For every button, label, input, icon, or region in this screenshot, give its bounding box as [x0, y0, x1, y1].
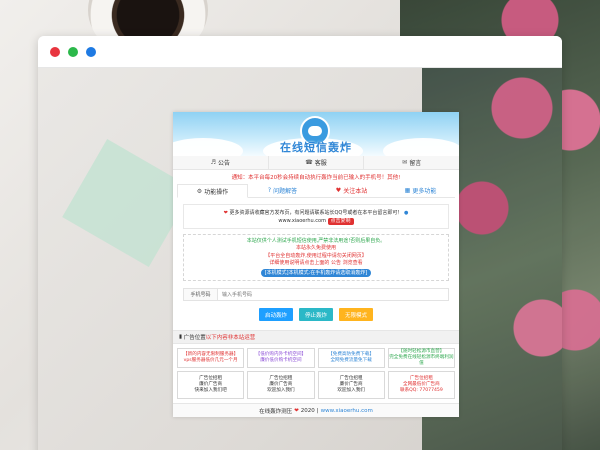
phone-input[interactable] [218, 289, 448, 301]
nav-announcement[interactable]: ♬ 公告 [173, 156, 269, 169]
phone-label: 手机号码 [184, 289, 218, 301]
tab-faq[interactable]: ? 问题解答 [248, 184, 317, 197]
heart-icon: ❤ [223, 210, 228, 216]
headset-icon: ☎ [305, 159, 313, 166]
start-button[interactable]: 启动轰炸 [258, 308, 293, 322]
ad-line: 廉价低价购卡机空间 [260, 358, 302, 364]
gear-icon: ⚙ [196, 187, 203, 195]
tab-operations[interactable]: ⚙ 功能操作 [177, 184, 248, 198]
maximize-window-dot[interactable] [86, 46, 96, 57]
phone-input-row: 手机号码 [183, 288, 449, 302]
minimize-window-dot[interactable] [68, 46, 78, 57]
nav-label: 留言 [409, 160, 422, 167]
copy-button[interactable]: 点击复制 [327, 218, 354, 225]
ad-grid: 【新的内容无限制服务器】 vps服务器低价几元一个月 【低价购内外卡机空间】 廉… [173, 344, 459, 403]
browser-window: 在线短信轰炸 ♬ 公告 ☎ 客服 ✉ 留言 通知：本平台每20秒会持续自动执行轰… [38, 36, 562, 450]
notice-text: 通知：本平台每20秒会持续自动执行轰炸当前已输入的手机号！其他! [231, 175, 401, 181]
ad-line: 欢迎加入我们 [267, 388, 295, 394]
ad-slot[interactable]: 广告位招租 廉价广告商 欢迎加入我们 [317, 371, 385, 400]
nav-message[interactable]: ✉ 留言 [364, 156, 459, 169]
nav-label: 客服 [314, 160, 327, 167]
rules-box: 本站仅供个人测试手机短信使用,严禁非法用途!否则后果自负。 本站永久免费使用 【… [183, 234, 449, 282]
top-nav: ♬ 公告 ☎ 客服 ✉ 留言 [173, 156, 459, 170]
tab-follow[interactable]: ♥ 关注本站 [317, 184, 386, 197]
tab-label: 问题解答 [273, 188, 298, 195]
ad-line: 联系QQ: 77077459 [399, 388, 443, 394]
site-footer: 在线轰炸测压 ❤ 2020 | www.xiaoerhu.com [173, 403, 459, 418]
browser-titlebar [38, 36, 562, 68]
ad-slot[interactable]: 广告位招租 廉价广告商 欢迎加入我们 [247, 371, 315, 400]
grid-icon: ▦ [404, 187, 411, 194]
info-text: 更多资源请收藏官方发布页，有问题请联系站长QQ号或者在本平台留言即可！ [229, 210, 403, 216]
tab-label: 关注本站 [343, 188, 368, 195]
ad-line: 快来加入我们吧 [194, 388, 227, 394]
nav-support[interactable]: ☎ 客服 [269, 156, 365, 169]
info-box: ❤ 更多资源请收藏官方发布页，有问题请联系站长QQ号或者在本平台留言即可！ ● … [183, 204, 449, 229]
footer-link[interactable]: www.xiaoerhu.com [321, 408, 373, 414]
info-url-line: www.xiaoerhu.com 点击复制 [188, 217, 444, 225]
ad-line: 全网免费流量免下载 [330, 358, 372, 364]
ad-header: ▮ 广告位置 以下内容非本站运营 [173, 330, 459, 345]
qq-penguin-icon: ● [403, 210, 409, 216]
rule-line: 详细使用说明请点击上面的 公告 浏览查看 [269, 260, 363, 267]
stop-button[interactable]: 停止轰炸 [298, 308, 333, 322]
ad-slot[interactable]: 【免费高防免费下载】 全网免费流量免下载 [317, 348, 385, 369]
ad-line: 欢迎加入我们 [337, 388, 365, 394]
heart-icon: ♥ [335, 187, 342, 194]
site-panel: 在线短信轰炸 ♬ 公告 ☎ 客服 ✉ 留言 通知：本平台每20秒会持续自动执行轰… [173, 112, 459, 418]
unlimited-mode-button[interactable]: 无限模式 [339, 308, 374, 322]
footer-text: 在线轰炸测压 [259, 408, 293, 415]
ad-header-sub: 以下内容非本站运营 [205, 335, 256, 342]
function-tabs: ⚙ 功能操作 ? 问题解答 ♥ 关注本站 ▦ 更多功能 [177, 184, 455, 198]
nav-label: 公告 [218, 160, 231, 167]
tab-label: 更多功能 [412, 188, 437, 195]
site-title: 在线短信轰炸 [280, 141, 352, 154]
rule-line: 本站永久免费使用 [295, 245, 336, 252]
ad-line: vps服务器低价几元一个月 [183, 358, 238, 364]
browser-viewport: 在线短信轰炸 ♬ 公告 ☎ 客服 ✉ 留言 通知：本平台每20秒会持续自动执行轰… [38, 68, 562, 450]
tab-more[interactable]: ▦ 更多功能 [386, 184, 455, 197]
ad-slot[interactable]: 【新的内容无限制服务器】 vps服务器低价几元一个月 [177, 348, 245, 369]
question-icon: ? [267, 187, 272, 194]
action-buttons: 启动轰炸 停止轰炸 无限模式 [173, 308, 459, 322]
info-line: ❤ 更多资源请收藏官方发布页，有问题请联系站长QQ号或者在本平台留言即可！ ● [188, 209, 444, 217]
footer-year: 2020 [300, 407, 315, 414]
site-banner: 在线短信轰炸 [173, 112, 459, 156]
info-url: www.xiaoerhu.com [278, 218, 326, 224]
chat-icon: ✉ [402, 159, 408, 166]
ad-slot[interactable]: 广告位招租 廉价广告商 快来加入我们吧 [177, 371, 245, 400]
ad-slot[interactable]: 【低价购内外卡机空间】 廉价低价购卡机空间 [247, 348, 315, 369]
tab-label: 功能操作 [204, 188, 229, 196]
ad-header-title: 广告位置 [183, 335, 206, 342]
mode-hint-pill[interactable]: [本机模式]本机模式:在手机轰炸请选取消轰炸] [260, 268, 372, 277]
ad-slot[interactable]: 【随时轻松源市直营】 完全免费在线轻松源市终端利润值 [387, 348, 455, 369]
megaphone-icon: ♬ [210, 159, 217, 166]
close-window-dot[interactable] [50, 46, 60, 57]
heart-icon: ❤ [294, 407, 299, 414]
ad-line: 完全免费在线轻松源市终端利润值 [389, 355, 454, 367]
footer-separator: | [316, 407, 319, 414]
ad-slot[interactable]: 广告位招租 全网最低价广告商 联系QQ: 77077459 [387, 371, 455, 400]
